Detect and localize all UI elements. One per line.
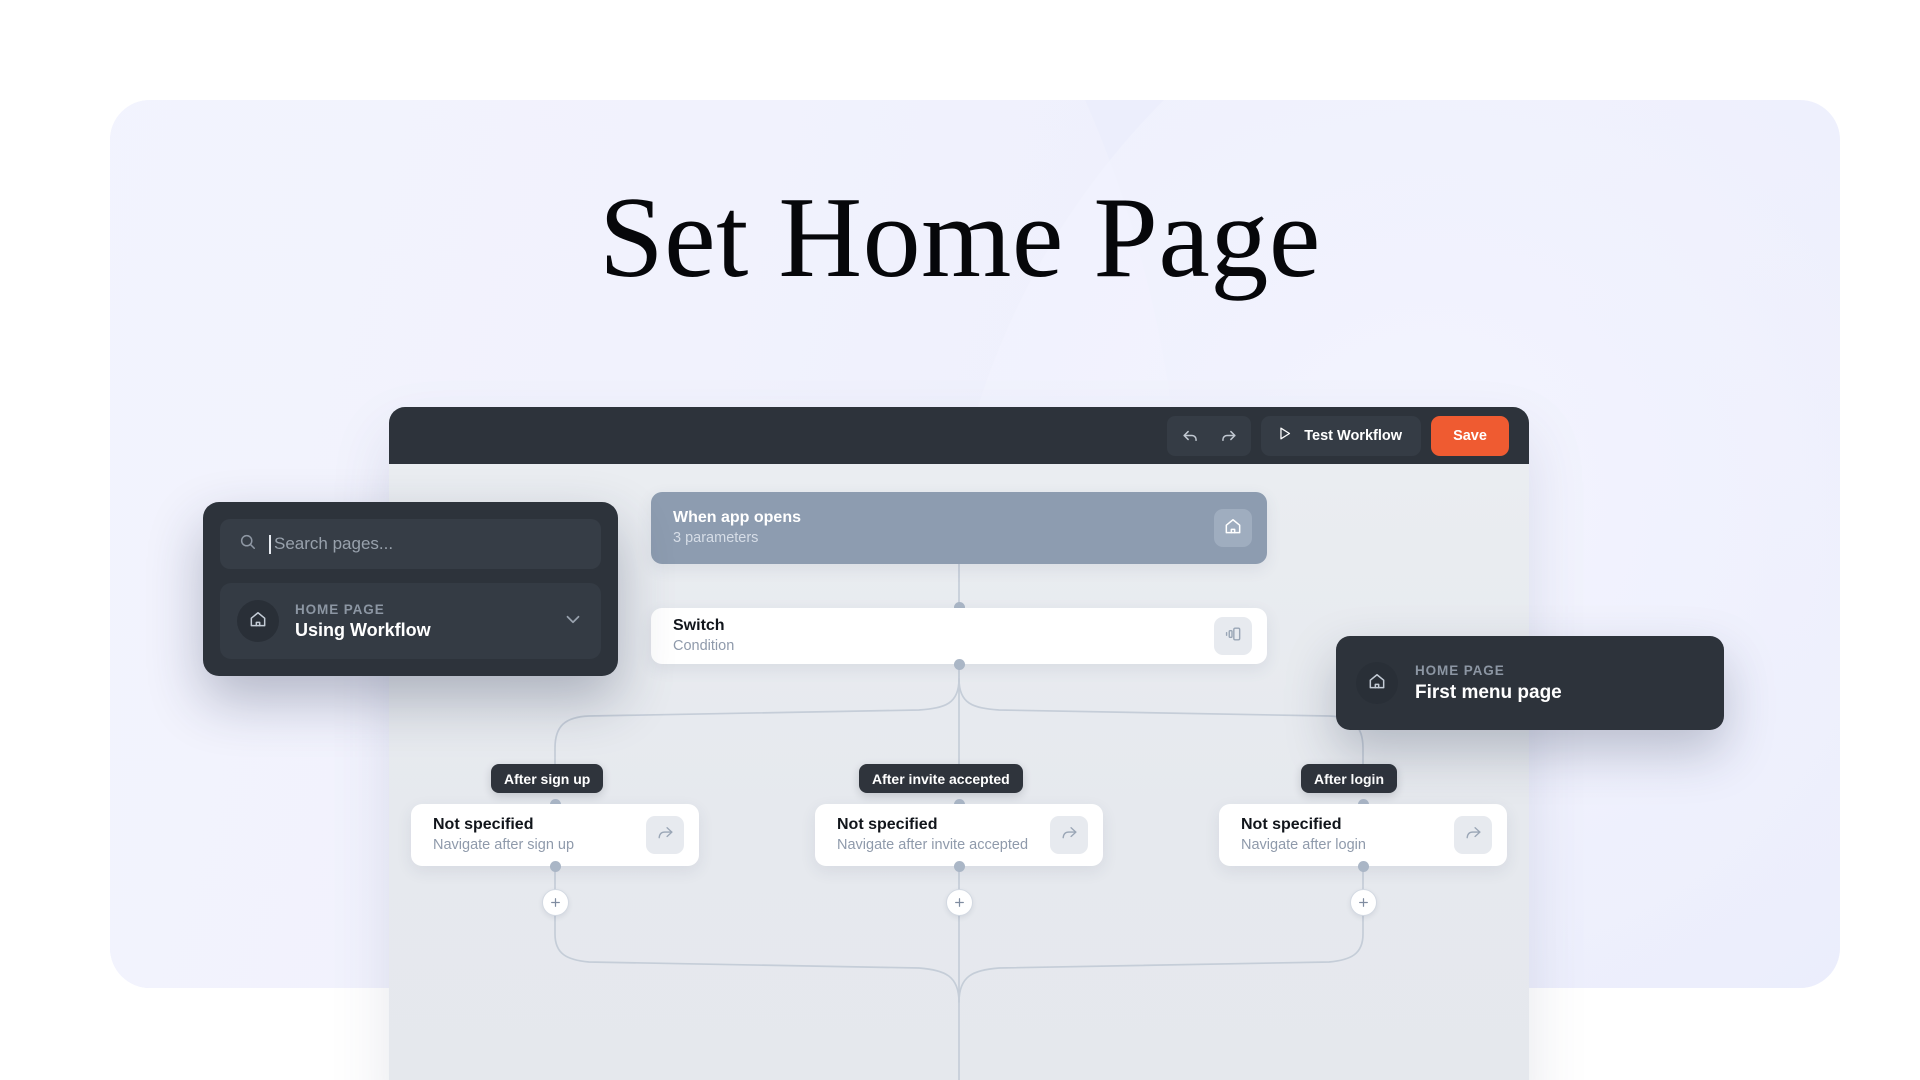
switch-badge: [1214, 617, 1252, 655]
search-icon: [238, 532, 257, 556]
redo-arrow-icon: [1219, 426, 1238, 445]
switch-subtitle: Condition: [673, 638, 735, 655]
branch-1-subtitle: Navigate after invite accepted: [837, 837, 1029, 854]
page-title: Set Home Page: [599, 174, 1321, 302]
app-toolbar: Test Workflow Save: [389, 407, 1529, 464]
home-icon: [1223, 516, 1243, 541]
branch-0-title: Not specified: [433, 815, 534, 833]
undo-arrow-icon: [1181, 426, 1200, 445]
test-workflow-button[interactable]: Test Workflow: [1261, 415, 1421, 456]
test-workflow-label: Test Workflow: [1304, 427, 1402, 444]
branch-label-0: After sign up: [491, 764, 604, 793]
navigate-arrow-icon: [656, 823, 675, 847]
navigate-arrow-icon: [1464, 823, 1483, 847]
branch-0-badge: [646, 816, 684, 854]
connector-dot: [953, 658, 965, 670]
flow-node-branch-0[interactable]: Not specified Navigate after sign up: [411, 804, 699, 866]
branch-label-2: After login: [1301, 764, 1397, 793]
connector-dot: [549, 861, 561, 872]
branch-1-badge: [1050, 816, 1088, 854]
branch-0-subtitle: Navigate after sign up: [433, 837, 575, 854]
redo-button[interactable]: [1211, 421, 1245, 451]
add-step-button-1[interactable]: [945, 889, 973, 916]
flow-node-branch-2[interactable]: Not specified Navigate after login: [1219, 804, 1507, 866]
home-avatar: [1356, 662, 1398, 704]
add-step-button-2[interactable]: [1349, 889, 1377, 916]
trigger-badge: [1214, 509, 1252, 547]
search-result-row-home-page[interactable]: HOME PAGE Using Workflow: [220, 583, 601, 659]
branch-2-badge: [1454, 816, 1492, 854]
search-result-name: Using Workflow: [295, 619, 431, 640]
plus-icon: [1357, 896, 1370, 909]
add-step-button-0[interactable]: [541, 889, 569, 916]
home-page-result-card[interactable]: HOME PAGE First menu page: [1336, 636, 1724, 730]
plus-icon: [953, 896, 966, 909]
switch-icon: [1223, 624, 1243, 649]
search-result-kicker: HOME PAGE: [295, 601, 385, 617]
result-card-kicker: HOME PAGE: [1415, 662, 1505, 678]
trigger-subtitle: 3 parameters: [673, 530, 759, 547]
save-button[interactable]: Save: [1431, 415, 1509, 456]
history-button-group: [1167, 415, 1252, 456]
connector-dot: [1357, 861, 1369, 872]
home-icon: [248, 609, 268, 634]
branch-2-title: Not specified: [1241, 815, 1342, 833]
text-cursor: [269, 534, 271, 554]
connector-dot: [953, 861, 965, 872]
screenshot-root: Set Home Page Test Workflow Save When ap…: [0, 0, 1920, 1080]
search-input[interactable]: Search pages...: [274, 534, 393, 554]
search-input-wrapper[interactable]: Search pages...: [220, 519, 601, 569]
result-card-name: First menu page: [1415, 681, 1562, 703]
plus-icon: [549, 896, 562, 909]
chevron-down-icon[interactable]: [562, 608, 584, 635]
flow-node-branch-1[interactable]: Not specified Navigate after invite acce…: [815, 804, 1103, 866]
home-avatar: [237, 600, 279, 642]
play-icon: [1276, 425, 1293, 447]
trigger-title: When app opens: [673, 508, 801, 526]
switch-title: Switch: [673, 616, 725, 634]
undo-button[interactable]: [1173, 421, 1207, 451]
branch-label-1: After invite accepted: [859, 764, 1023, 793]
branch-2-subtitle: Navigate after login: [1241, 837, 1366, 854]
home-icon: [1367, 671, 1387, 696]
page-search-panel: Search pages... HOME PAGE Using Workflow: [203, 502, 618, 676]
flow-node-trigger[interactable]: When app opens 3 parameters: [651, 492, 1267, 564]
navigate-arrow-icon: [1060, 823, 1079, 847]
branch-1-title: Not specified: [837, 815, 938, 833]
flow-node-switch[interactable]: Switch Condition: [651, 608, 1267, 664]
